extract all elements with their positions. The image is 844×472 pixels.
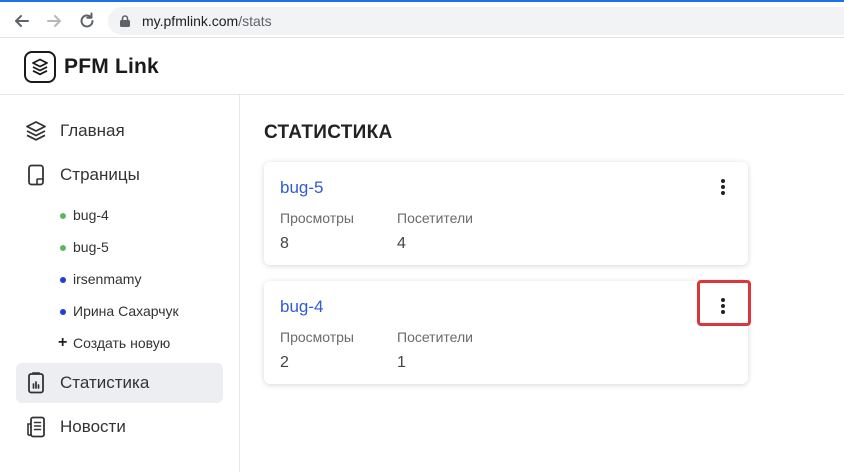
status-dot (60, 309, 66, 315)
more-vertical-icon[interactable] (710, 174, 736, 200)
url-path: /stats (238, 13, 272, 29)
card-title-link[interactable]: bug-4 (280, 297, 323, 317)
status-dot (60, 213, 66, 219)
sidebar-item-home[interactable]: Главная (16, 111, 223, 151)
page-title: СТАТИСТИКА (264, 122, 393, 143)
views-label: Просмотры (280, 210, 354, 226)
reload-icon[interactable] (77, 11, 97, 31)
visitors-value: 4 (397, 235, 406, 252)
highlight-annotation (697, 280, 751, 326)
back-arrow-icon[interactable] (12, 11, 32, 31)
page-label: bug-4 (73, 207, 109, 223)
stats-card-bug-5: bug-5 Просмотры 8 Посетители 4 (264, 162, 748, 265)
app-name[interactable]: PFM Link (64, 55, 159, 79)
sidebar-item-stats[interactable]: Статистика (16, 363, 223, 403)
sidebar-item-label: Страницы (60, 165, 140, 184)
address-bar[interactable]: my.pfmlink.com/stats (108, 7, 844, 35)
sidebar-item-pages[interactable]: Страницы (16, 155, 223, 195)
sidebar-item-label: Главная (60, 121, 125, 140)
page-label: Ирина Сахарчук (73, 303, 179, 319)
page-icon (24, 163, 48, 187)
views-value: 2 (280, 354, 289, 371)
views-stat: Просмотры 2 (280, 329, 354, 372)
visitors-stat: Посетители 1 (397, 329, 473, 372)
views-label: Просмотры (280, 329, 354, 345)
url-host: my.pfmlink.com (142, 13, 239, 29)
stats-icon (24, 371, 48, 395)
status-dot (60, 277, 66, 283)
sidebar-item-label: Новости (60, 417, 126, 436)
sidebar: Главная Страницы bug-4 bug-5 irsenmamy И… (0, 95, 240, 472)
layers-icon[interactable] (24, 51, 56, 83)
news-icon (24, 415, 48, 439)
layers-icon (24, 119, 48, 143)
card-title-link[interactable]: bug-5 (280, 178, 323, 198)
visitors-value: 1 (397, 354, 406, 371)
page-label: irsenmamy (73, 271, 142, 287)
create-page-label: Создать новую (73, 335, 171, 351)
sidebar-item-label: Статистика (60, 373, 150, 392)
forward-arrow-icon[interactable] (44, 11, 64, 31)
url-text: my.pfmlink.com/stats (142, 13, 272, 29)
stats-card-bug-4: bug-4 Просмотры 2 Посетители 1 (264, 281, 748, 384)
plus-icon: + (58, 334, 68, 351)
views-value: 8 (280, 235, 289, 252)
views-stat: Просмотры 8 (280, 210, 354, 253)
visitors-label: Посетители (397, 329, 473, 345)
status-dot (60, 245, 66, 251)
browser-toolbar: my.pfmlink.com/stats (0, 0, 844, 38)
page-label: bug-5 (73, 239, 109, 255)
app-header: PFM Link (0, 38, 844, 95)
visitors-stat: Посетители 4 (397, 210, 473, 253)
lock-icon (118, 14, 132, 28)
visitors-label: Посетители (397, 210, 473, 226)
sidebar-item-news[interactable]: Новости (16, 407, 223, 447)
